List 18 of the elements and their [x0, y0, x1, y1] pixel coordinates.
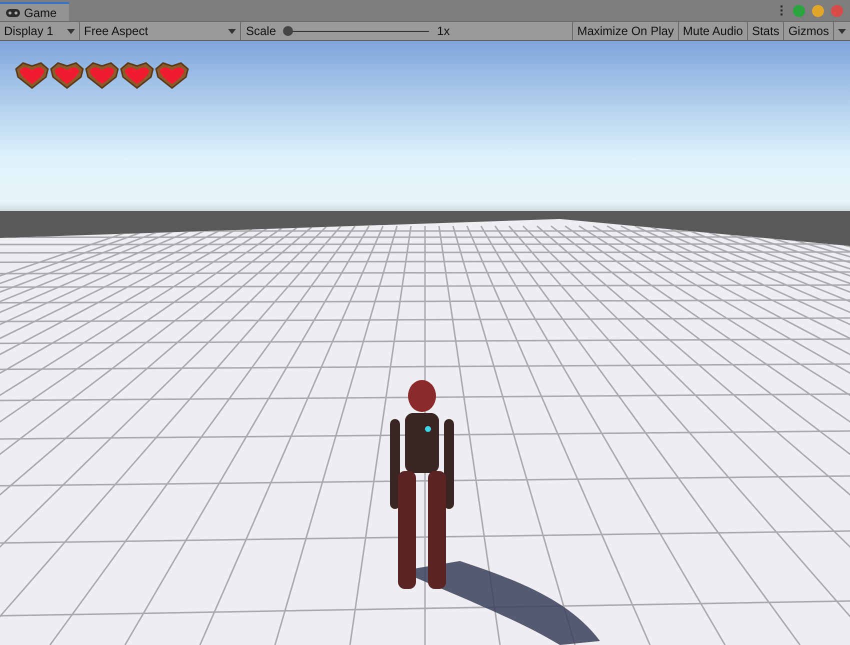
toggle-button[interactable]: Mute Audio [678, 22, 748, 40]
caret-icon [67, 28, 75, 34]
window-dot-icon[interactable] [831, 4, 843, 16]
display-dropdown[interactable]: Display 1 [0, 22, 80, 40]
window-dot-icon[interactable] [793, 4, 805, 16]
window-dot-icon[interactable] [812, 4, 824, 16]
more-options-icon[interactable] [780, 5, 783, 16]
toggle-button[interactable]: Gizmos [784, 22, 834, 40]
toggle-button[interactable]: Stats [748, 22, 784, 40]
game-tab[interactable]: Game [0, 2, 69, 21]
gamepad-icon [6, 8, 20, 16]
scale-label: Scale [246, 24, 276, 38]
aspect-dropdown[interactable]: Free Aspect [80, 22, 241, 40]
scale-value: 1x [437, 24, 450, 38]
caret-icon [838, 28, 846, 34]
caret-icon [228, 28, 236, 34]
toggle-button[interactable]: Maximize On Play [573, 22, 679, 40]
slider-thumb[interactable] [283, 26, 294, 36]
